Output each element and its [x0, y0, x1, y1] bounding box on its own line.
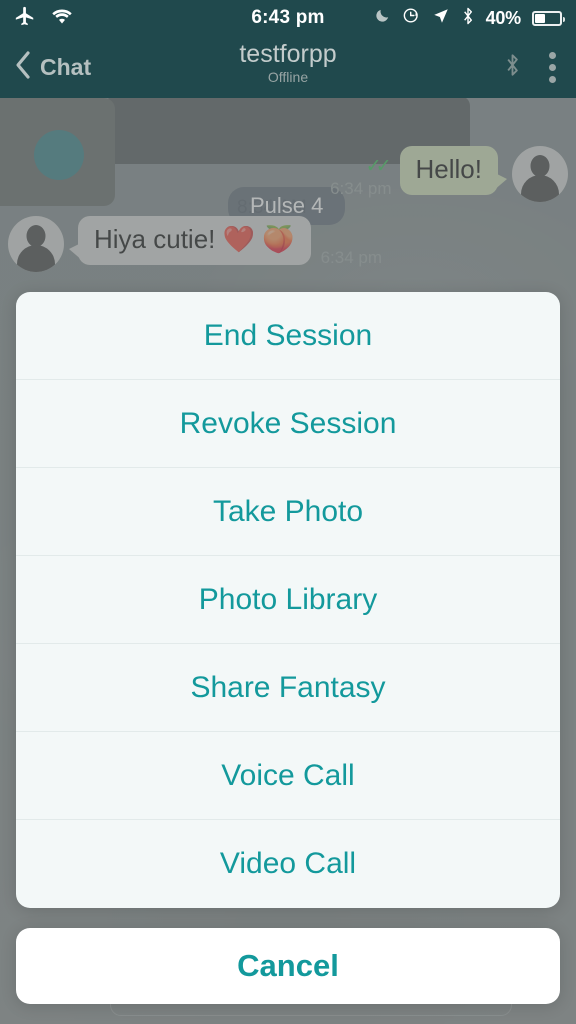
status-bar-right: 40% — [374, 6, 565, 31]
battery-percent-label: 40% — [485, 7, 522, 28]
back-button[interactable]: Chat — [14, 50, 91, 85]
dot — [549, 63, 556, 71]
action-sheet-item-photo-library[interactable]: Photo Library — [16, 556, 560, 644]
phone-screen: 8:34 AM Pulse 4 ✓✓ 6:34 pm Hello! Hiya c… — [0, 0, 576, 1024]
action-sheet-item-share-fantasy[interactable]: Share Fantasy — [16, 644, 560, 732]
rotation-lock-icon — [402, 6, 421, 30]
cancel-button-label: Cancel — [237, 948, 339, 983]
airplane-mode-icon — [14, 5, 36, 32]
chevron-left-icon — [14, 50, 32, 85]
status-bar: 6:43 pm 40% — [0, 0, 576, 36]
bluetooth-icon — [461, 6, 475, 31]
status-bar-left — [14, 5, 74, 32]
battery-fill — [535, 13, 546, 23]
cancel-button[interactable]: Cancel — [16, 928, 560, 1004]
action-sheet-item-video-call[interactable]: Video Call — [16, 820, 560, 908]
dot — [549, 75, 556, 83]
action-sheet-item-end-session[interactable]: End Session — [16, 292, 560, 380]
wifi-icon — [50, 7, 74, 30]
dot — [549, 51, 556, 59]
overflow-menu-icon[interactable] — [543, 48, 562, 87]
navigation-actions — [504, 48, 562, 87]
location-arrow-icon — [432, 7, 450, 30]
navigation-bar: Chat testforpp Offline — [0, 36, 576, 98]
action-sheet-item-voice-call[interactable]: Voice Call — [16, 732, 560, 820]
back-button-label: Chat — [40, 53, 92, 80]
action-sheet[interactable]: End Session Revoke Session Take Photo Ph… — [16, 292, 560, 908]
action-sheet-item-take-photo[interactable]: Take Photo — [16, 468, 560, 556]
battery-icon — [532, 10, 565, 26]
bluetooth-icon[interactable] — [504, 52, 521, 83]
do-not-disturb-moon-icon — [374, 7, 391, 29]
action-sheet-item-revoke-session[interactable]: Revoke Session — [16, 380, 560, 468]
